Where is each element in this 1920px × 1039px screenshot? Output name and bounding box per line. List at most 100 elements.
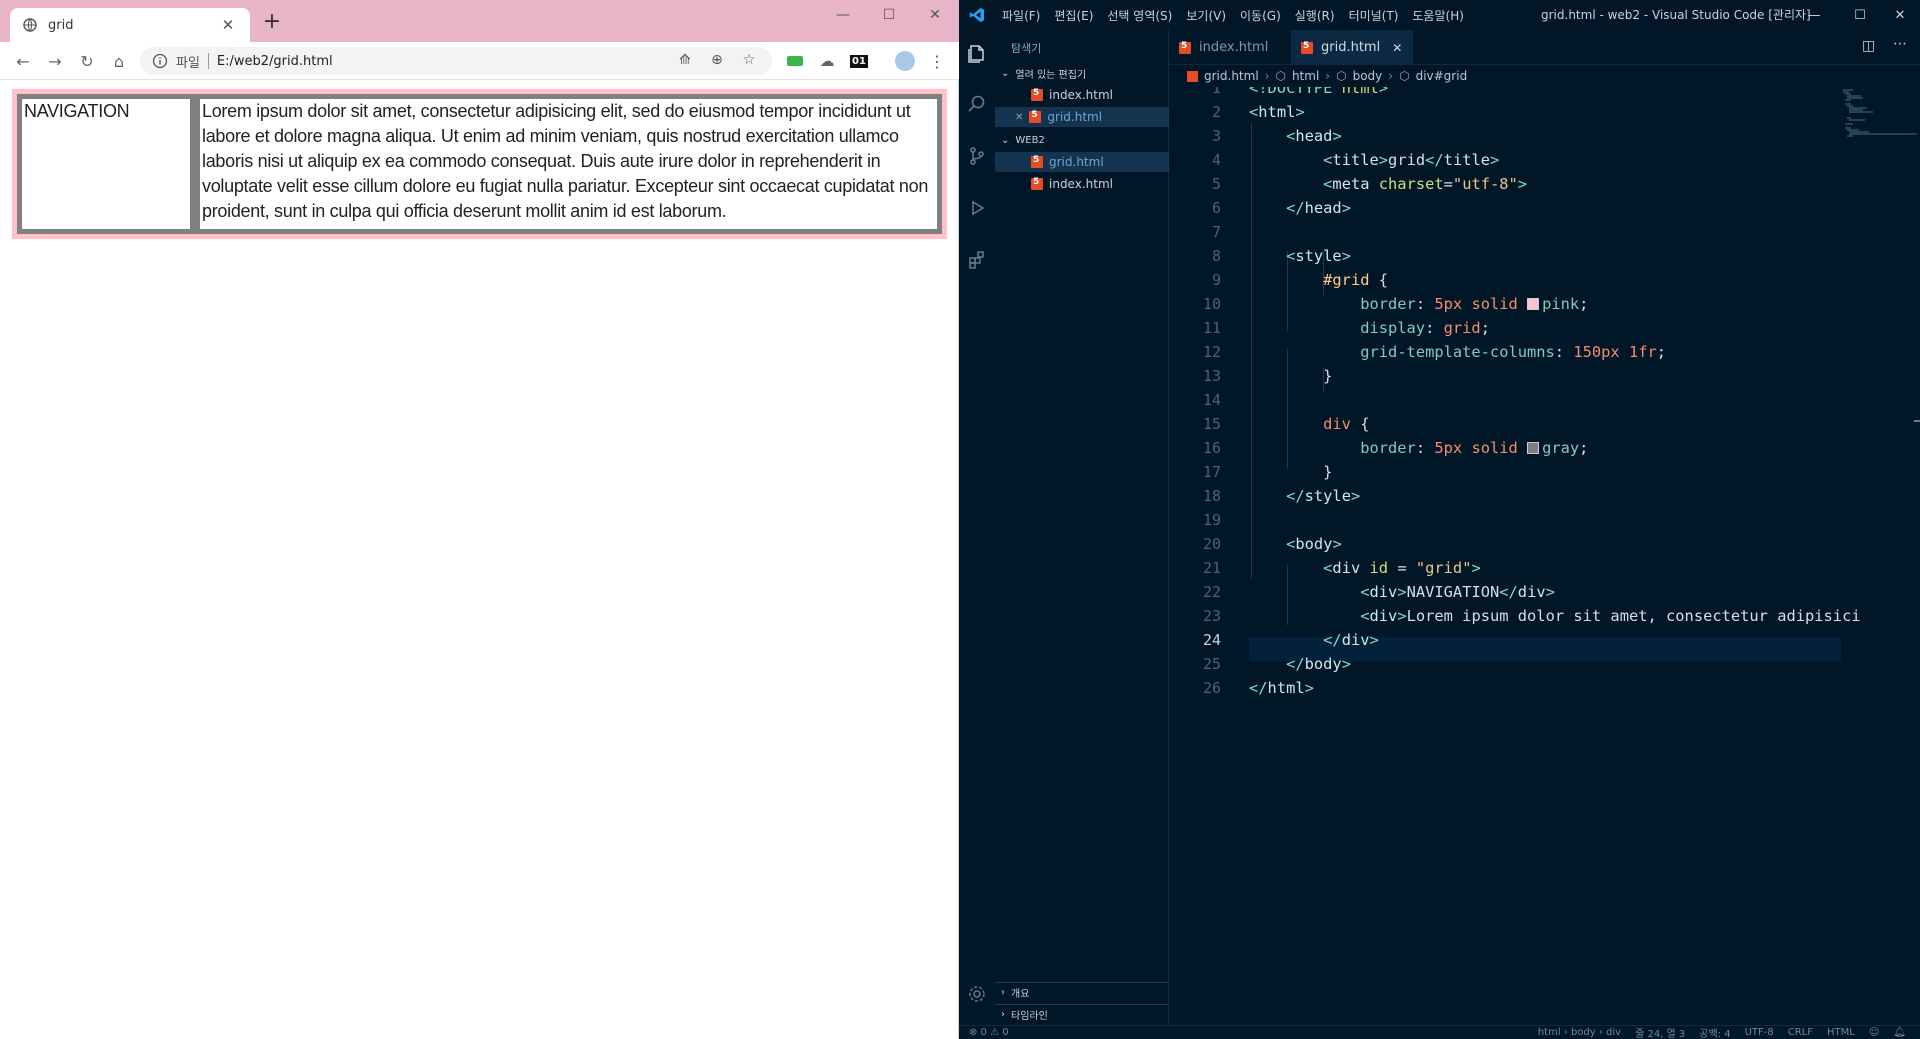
- vscode-minimize-button[interactable]: —: [1791, 0, 1837, 30]
- open-editor-item-grid[interactable]: ✕ grid.html: [995, 107, 1169, 127]
- folder-item-index[interactable]: index.html: [995, 174, 1169, 194]
- code-line: border: 5px solid gray;: [1360, 439, 1589, 457]
- line-number: 22: [1202, 583, 1221, 601]
- gray-swatch-icon[interactable]: [1527, 442, 1540, 454]
- status-bell-icon[interactable]: 🔔︎: [1893, 1027, 1906, 1038]
- cloud-icon[interactable]: ☁: [816, 50, 838, 72]
- home-icon[interactable]: ⌂: [108, 50, 130, 72]
- line-number: 20: [1202, 535, 1221, 553]
- timeline-section[interactable]: › 타임라인: [995, 1004, 1169, 1024]
- star-icon[interactable]: ☆: [740, 51, 758, 69]
- outline-label: 개요: [1011, 989, 1030, 1000]
- navigation-cell: NAVIGATION: [17, 94, 195, 234]
- status-problems[interactable]: ⊗ 0 ⚠ 0: [969, 1027, 1009, 1038]
- scrollbar-marker[interactable]: [1914, 420, 1920, 422]
- folder-section[interactable]: ⌄ WEB2: [995, 131, 1169, 149]
- html-file-icon: [1301, 41, 1313, 54]
- status-bar: ⊗ 0 ⚠ 0 html › body › div 줄 24, 열 3 공백: …: [959, 1025, 1920, 1039]
- pink-swatch-icon[interactable]: [1527, 298, 1540, 310]
- chevron-down-icon: ⌄: [1001, 134, 1010, 146]
- breadcrumb-file[interactable]: grid.html: [1204, 69, 1259, 83]
- tab-close-icon[interactable]: ✕: [218, 16, 238, 34]
- run-debug-icon[interactable]: [965, 196, 989, 220]
- close-window-button[interactable]: ✕: [912, 0, 958, 30]
- menu-view[interactable]: 보기(V): [1179, 7, 1233, 24]
- file-label: grid.html: [1047, 110, 1103, 124]
- line-number: 25: [1202, 655, 1221, 673]
- extensions-icon[interactable]: [965, 248, 989, 272]
- breadcrumb-chevron-icon: ›: [1325, 69, 1331, 83]
- line-number: 14: [1202, 391, 1221, 409]
- address-url[interactable]: E:/web2/grid.html: [217, 54, 333, 69]
- vscode-menu: 파일(F) 편집(E) 선택 영역(S) 보기(V) 이동(G) 실행(R) 터…: [995, 7, 1471, 24]
- tab-index-html[interactable]: index.html: [1169, 30, 1289, 65]
- code-line: </head>: [1286, 199, 1351, 217]
- line-number: 5: [1211, 175, 1221, 193]
- open-editors-section[interactable]: ⌄ 열려 있는 편집기: [995, 64, 1169, 82]
- status-feedback-icon[interactable]: ☺: [1869, 1027, 1879, 1038]
- outline-section[interactable]: › 개요: [995, 982, 1169, 1002]
- address-bar[interactable]: 파일 E:/web2/grid.html ⟰ ⊕ ☆: [140, 47, 772, 75]
- minimap[interactable]: [1839, 87, 1920, 147]
- info-icon[interactable]: [152, 53, 168, 69]
- split-editor-icon[interactable]: ◫: [1862, 38, 1875, 54]
- tab-grid-html[interactable]: grid.html ✕: [1291, 30, 1413, 65]
- more-actions-icon[interactable]: ⋯: [1893, 36, 1907, 52]
- tab-label: index.html: [1199, 40, 1269, 55]
- settings-gear-icon[interactable]: [965, 982, 989, 1006]
- activity-bar: [959, 30, 995, 1025]
- explorer-icon[interactable]: [965, 42, 989, 66]
- menu-go[interactable]: 이동(G): [1233, 7, 1288, 24]
- reload-icon[interactable]: ↻: [76, 50, 98, 72]
- close-icon[interactable]: ✕: [1015, 112, 1023, 123]
- translate-icon[interactable]: ⟰: [676, 51, 694, 69]
- open-editor-item-index[interactable]: index.html: [995, 85, 1169, 105]
- profile-avatar-icon[interactable]: [894, 50, 916, 72]
- maximize-button[interactable]: ☐: [866, 0, 912, 30]
- browser-tab[interactable]: grid ✕: [10, 8, 250, 42]
- chevron-down-icon: ⌄: [1001, 67, 1010, 79]
- file-label: index.html: [1049, 88, 1113, 102]
- code-line: <html>: [1249, 103, 1305, 121]
- html-file-icon: [1031, 177, 1043, 190]
- vscode-close-button[interactable]: ✕: [1877, 0, 1920, 30]
- folder-item-grid[interactable]: grid.html: [995, 152, 1169, 172]
- code-line: grid-template-columns: 150px 1fr;: [1360, 343, 1667, 361]
- breadcrumb-body[interactable]: body: [1353, 69, 1383, 83]
- code-line: display: grid;: [1360, 319, 1490, 337]
- source-control-icon[interactable]: [965, 144, 989, 168]
- menu-edit[interactable]: 편집(E): [1047, 7, 1100, 24]
- breadcrumb-div[interactable]: div#grid: [1416, 69, 1468, 83]
- menu-dots-icon[interactable]: ⋮: [926, 50, 948, 72]
- status-path: html › body › div: [1537, 1027, 1622, 1038]
- menu-terminal[interactable]: 터미널(T): [1342, 7, 1406, 24]
- code-line: </body>: [1286, 655, 1351, 673]
- extension-01-icon[interactable]: 01: [848, 50, 870, 72]
- menu-run[interactable]: 실행(R): [1288, 7, 1342, 24]
- zoom-icon[interactable]: ⊕: [708, 51, 726, 69]
- extension-green-icon[interactable]: [784, 50, 806, 72]
- code-editor[interactable]: 1 2 3 4 5 6 7 8 9 10 11 12 13 14 15 16 1…: [1169, 87, 1920, 1025]
- menu-help[interactable]: 도움말(H): [1405, 7, 1471, 24]
- search-icon[interactable]: [965, 92, 989, 116]
- status-language[interactable]: HTML: [1827, 1027, 1855, 1038]
- tab-close-icon[interactable]: ✕: [1392, 41, 1402, 55]
- minimize-button[interactable]: —: [820, 0, 866, 30]
- line-number: 26: [1202, 679, 1221, 697]
- breadcrumb-html[interactable]: html: [1292, 69, 1319, 83]
- chevron-right-icon: ›: [1001, 987, 1005, 998]
- new-tab-button[interactable]: +: [262, 11, 282, 33]
- back-arrow-icon[interactable]: ←: [12, 50, 34, 72]
- menu-selection[interactable]: 선택 영역(S): [1100, 7, 1179, 24]
- menu-file[interactable]: 파일(F): [995, 7, 1047, 24]
- code-line: <style>: [1286, 247, 1351, 265]
- forward-arrow-icon[interactable]: →: [44, 50, 66, 72]
- html-file-icon: [1179, 41, 1191, 54]
- status-position[interactable]: 줄 24, 열 3: [1635, 1025, 1685, 1039]
- status-eol[interactable]: CRLF: [1788, 1027, 1813, 1038]
- code-line: }: [1323, 367, 1333, 385]
- tab-title: grid: [48, 17, 74, 33]
- status-indent[interactable]: 공백: 4: [1699, 1025, 1730, 1039]
- status-encoding[interactable]: UTF-8: [1745, 1027, 1774, 1038]
- code-line: <head>: [1286, 127, 1342, 145]
